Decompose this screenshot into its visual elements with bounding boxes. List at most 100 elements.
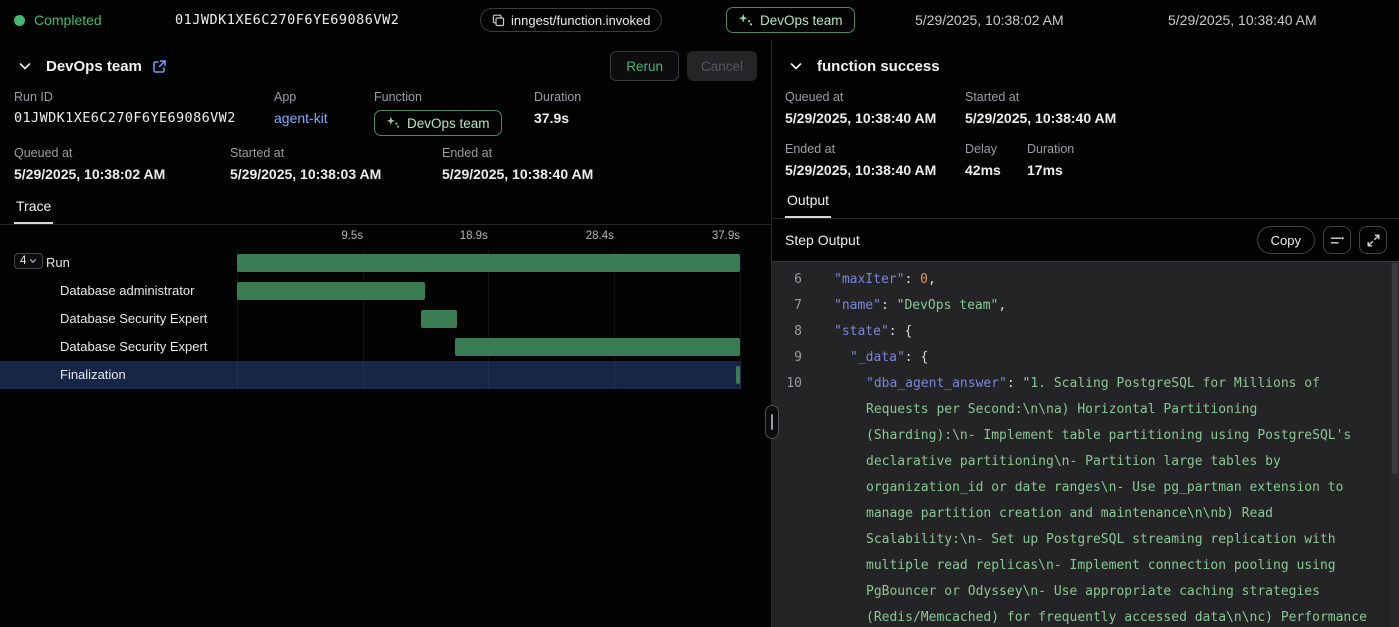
code-scrollbar[interactable] <box>1391 262 1399 627</box>
event-badge-label: inngest/function.invoked <box>511 13 650 28</box>
code-text: "state": { <box>818 319 1399 345</box>
code-line: 8"state": { <box>772 319 1399 345</box>
event-badge[interactable]: inngest/function.invoked <box>480 8 662 32</box>
runid-value: 01JWDK1XE6C270F6YE69086VW2 <box>14 110 274 126</box>
app-link[interactable]: agent-kit <box>274 110 374 126</box>
line-number: 10 <box>772 371 818 627</box>
sparkle-icon <box>738 13 753 28</box>
main-split: DevOps team Rerun Cancel Run ID 01JWDK1X… <box>0 40 1399 627</box>
trace-row-label: Database Security Expert <box>60 339 207 354</box>
trace-rows: 4Run Database administrator Database Secur… <box>0 249 771 389</box>
step-title: function success <box>817 58 940 75</box>
runid-label: Run ID <box>14 90 274 104</box>
line-number: 6 <box>772 267 818 293</box>
trace-row-finalization[interactable]: Finalization <box>0 361 741 389</box>
tab-output[interactable]: Output <box>785 188 831 218</box>
cancel-button: Cancel <box>687 51 757 81</box>
queued-at-value: 5/29/2025, 10:38:02 AM <box>14 166 230 182</box>
ended-timestamp: 5/29/2025, 10:38:40 AM <box>1168 0 1317 40</box>
axis-tick: 18.9s <box>460 230 488 242</box>
run-meta-row-1: Run ID 01JWDK1XE6C270F6YE69086VW2 App ag… <box>0 90 771 136</box>
queued-timestamp: 5/29/2025, 10:38:02 AM <box>915 0 1064 40</box>
run-status: Completed <box>14 0 102 40</box>
copy-icon <box>492 14 505 27</box>
line-number: 7 <box>772 293 818 319</box>
trace-row-run[interactable]: 4Run <box>0 249 771 277</box>
started-at-value: 5/29/2025, 10:38:03 AM <box>230 166 442 182</box>
trace-bar[interactable] <box>421 310 457 328</box>
step-queued-label: Queued at <box>785 90 965 104</box>
step-output-header: Step Output Copy <box>772 219 1399 261</box>
run-title: DevOps team <box>46 58 142 75</box>
external-link-icon[interactable] <box>152 59 167 74</box>
function-badge[interactable]: DevOps team <box>726 7 855 33</box>
function-label: Function <box>374 90 534 104</box>
function-meta-badge[interactable]: DevOps team <box>374 110 502 136</box>
code-line: 6"maxIter": 0, <box>772 267 1399 293</box>
ended-at-value: 5/29/2025, 10:38:40 AM <box>442 166 757 182</box>
trace-bar[interactable] <box>237 254 740 272</box>
expand-icon <box>1367 234 1380 247</box>
step-meta-row-2: Ended at 5/29/2025, 10:38:40 AM Delay 42… <box>772 142 1399 184</box>
step-output-code[interactable]: 6"maxIter": 0,7"name": "DevOps team",8"s… <box>772 261 1399 627</box>
step-details-panel: function success Queued at 5/29/2025, 10… <box>772 40 1399 627</box>
word-wrap-icon <box>1330 234 1345 247</box>
step-queued-value: 5/29/2025, 10:38:40 AM <box>785 110 965 126</box>
sparkle-icon <box>386 116 400 130</box>
run-header: DevOps team Rerun Cancel <box>0 48 771 84</box>
trace-bar[interactable] <box>237 282 425 300</box>
chevron-down-icon[interactable] <box>785 55 807 77</box>
trace-row-label: Database administrator <box>60 283 194 298</box>
step-started-value: 5/29/2025, 10:38:40 AM <box>965 110 1386 126</box>
step-output-title: Step Output <box>785 232 860 248</box>
app-label: App <box>274 90 374 104</box>
function-meta-badge-label: DevOps team <box>407 116 490 131</box>
step-meta-row-1: Queued at 5/29/2025, 10:38:40 AM Started… <box>772 90 1399 132</box>
trace-tabs: Trace <box>0 194 771 225</box>
trace-row-database-security-expert[interactable]: Database Security Expert <box>0 333 771 361</box>
step-duration-label: Duration <box>1027 142 1386 156</box>
expand-button[interactable] <box>1359 226 1387 254</box>
step-header: function success <box>772 48 1399 84</box>
code-line: 10"dba_agent_answer": "1. Scaling Postgr… <box>772 371 1399 627</box>
function-badge-label: DevOps team <box>760 13 843 28</box>
trace-bar[interactable] <box>736 366 740 384</box>
output-tabs: Output <box>772 188 1399 219</box>
trace-bar[interactable] <box>455 338 740 356</box>
step-delay-value: 42ms <box>965 162 1027 178</box>
trace-row-label: Finalization <box>60 367 126 382</box>
step-started-label: Started at <box>965 90 1386 104</box>
tab-trace[interactable]: Trace <box>14 194 53 224</box>
panel-resize-handle[interactable] <box>765 405 779 439</box>
trace-axis: 9.5s 18.9s 28.4s 37.9s <box>0 225 771 249</box>
status-dot-icon <box>14 15 25 26</box>
expand-count-badge[interactable]: 4 <box>14 253 43 269</box>
rerun-button[interactable]: Rerun <box>610 51 679 81</box>
chevron-down-icon[interactable] <box>14 55 36 77</box>
run-meta-row-2: Queued at 5/29/2025, 10:38:02 AM Started… <box>0 146 771 188</box>
queued-at-label: Queued at <box>14 146 230 160</box>
code-text: "_data": { <box>818 345 1399 371</box>
axis-tick: 37.9s <box>712 230 740 242</box>
axis-tick: 28.4s <box>586 230 614 242</box>
line-number: 8 <box>772 319 818 345</box>
code-lines: 6"maxIter": 0,7"name": "DevOps team",8"s… <box>772 267 1399 627</box>
run-details-panel: DevOps team Rerun Cancel Run ID 01JWDK1X… <box>0 40 772 627</box>
word-wrap-button[interactable] <box>1323 226 1351 254</box>
step-delay-label: Delay <box>965 142 1027 156</box>
code-text: "maxIter": 0, <box>818 267 1399 293</box>
ended-at-label: Ended at <box>442 146 757 160</box>
code-text: "name": "DevOps team", <box>818 293 1399 319</box>
duration-label: Duration <box>534 90 757 104</box>
copy-button[interactable]: Copy <box>1257 226 1315 254</box>
step-ended-value: 5/29/2025, 10:38:40 AM <box>785 162 965 178</box>
code-line: 7"name": "DevOps team", <box>772 293 1399 319</box>
top-bar: Completed 01JWDK1XE6C270F6YE69086VW2 inn… <box>0 0 1399 40</box>
trace-row-database-security-expert[interactable]: Database Security Expert <box>0 305 771 333</box>
step-duration-value: 17ms <box>1027 162 1386 178</box>
line-number: 9 <box>772 345 818 371</box>
axis-tick: 9.5s <box>341 230 363 242</box>
run-id: 01JWDK1XE6C270F6YE69086VW2 <box>175 0 399 40</box>
code-line: 9"_data": { <box>772 345 1399 371</box>
trace-row-database-administrator[interactable]: Database administrator <box>0 277 771 305</box>
